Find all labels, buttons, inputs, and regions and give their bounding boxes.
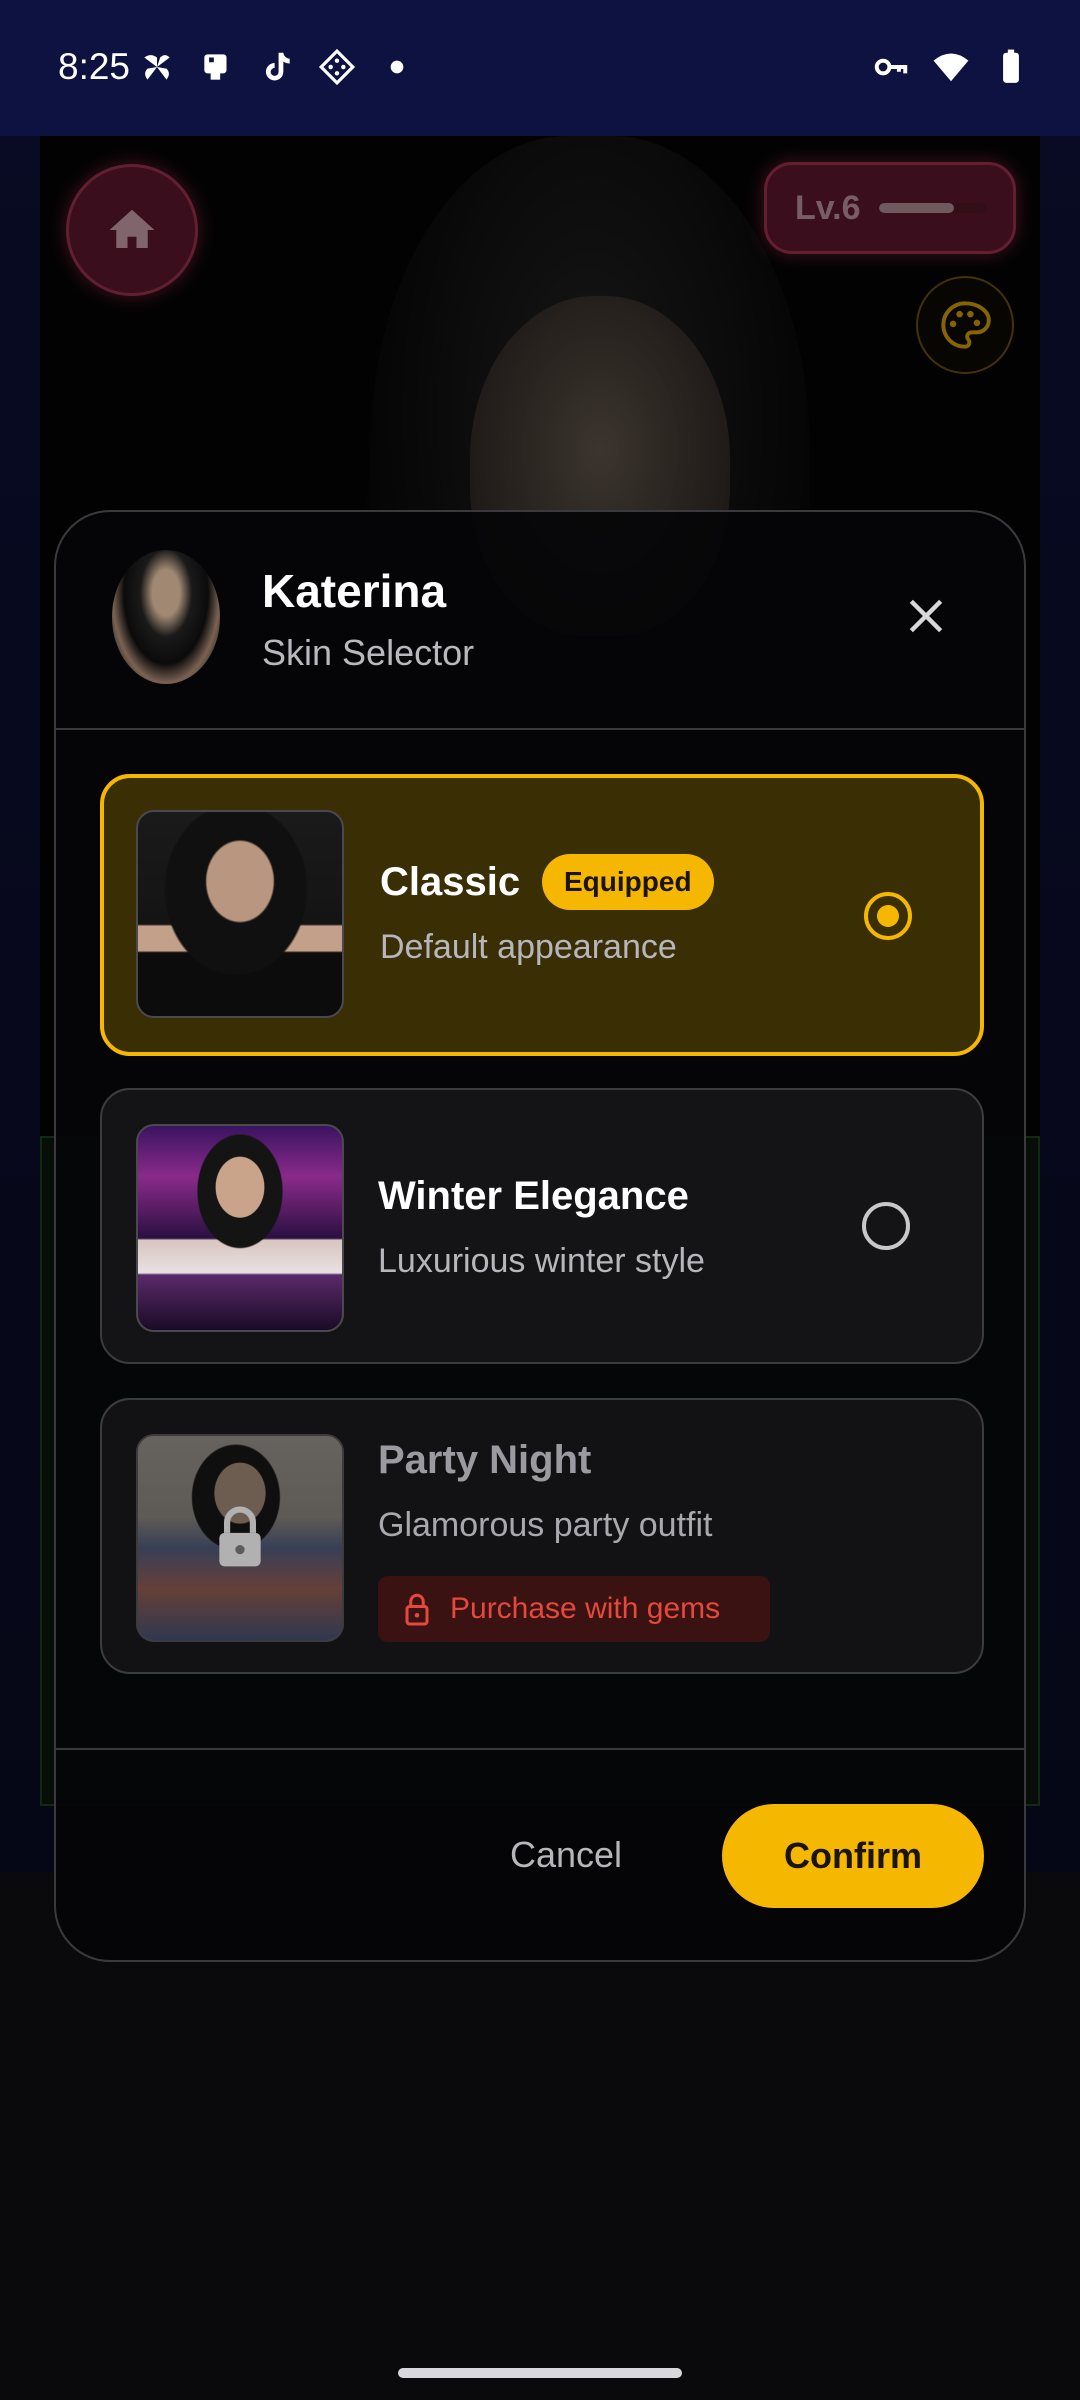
skin-name: Classic	[380, 860, 521, 904]
skin-radio-classic[interactable]	[864, 892, 912, 940]
pinwheel-app-icon	[144, 55, 170, 80]
dot-icon	[390, 60, 404, 74]
dialog-subtitle: Skin Selector	[262, 632, 475, 673]
skin-thumbnail-classic	[136, 810, 344, 1018]
skin-description: Glamorous party outfit	[378, 1506, 713, 1544]
purchase-label: Purchase with gems	[450, 1592, 721, 1625]
status-time: 8:25	[58, 46, 131, 87]
game-app-icon	[318, 48, 356, 86]
skin-name: Party Night	[378, 1438, 592, 1482]
tiktok-icon	[265, 52, 290, 81]
dialog-header: Katerina Skin Selector	[56, 512, 1024, 730]
skin-description: Default appearance	[380, 928, 677, 966]
skin-selector-dialog: Katerina Skin Selector Classic Equipped …	[54, 510, 1026, 1962]
purchase-with-gems-button[interactable]: Purchase with gems	[378, 1576, 770, 1642]
wifi-icon	[933, 53, 969, 82]
dialog-footer: Cancel Confirm	[56, 1748, 1024, 1960]
cancel-button[interactable]: Cancel	[486, 1812, 646, 1898]
skin-description: Luxurious winter style	[378, 1242, 705, 1280]
skin-thumbnail-party-night	[136, 1434, 344, 1642]
close-button[interactable]	[890, 580, 962, 652]
lock-icon	[405, 1593, 429, 1626]
vpn-key-icon	[874, 58, 908, 76]
skin-name: Winter Elegance	[378, 1174, 689, 1218]
status-bar: 8:25	[0, 0, 1080, 136]
skin-option-party-night[interactable]: Party Night Glamorous party outfit Purch…	[100, 1398, 984, 1674]
battery-icon	[1003, 49, 1019, 83]
confirm-button[interactable]: Confirm	[722, 1804, 984, 1908]
lock-icon	[219, 1506, 261, 1567]
character-name: Katerina	[262, 565, 447, 617]
skin-option-classic[interactable]: Classic Equipped Default appearance	[100, 774, 984, 1056]
skin-thumbnail-winter-elegance	[136, 1124, 344, 1332]
skin-radio-winter-elegance[interactable]	[862, 1202, 910, 1250]
avatar	[112, 550, 220, 684]
equipped-badge: Equipped	[542, 854, 714, 910]
skin-option-winter-elegance[interactable]: Winter Elegance Luxurious winter style	[100, 1088, 984, 1364]
close-icon	[909, 599, 943, 633]
thumbnail-lock-overlay	[138, 1436, 342, 1640]
home-indicator[interactable]	[398, 2368, 682, 2378]
notification-app-icon	[204, 54, 227, 80]
